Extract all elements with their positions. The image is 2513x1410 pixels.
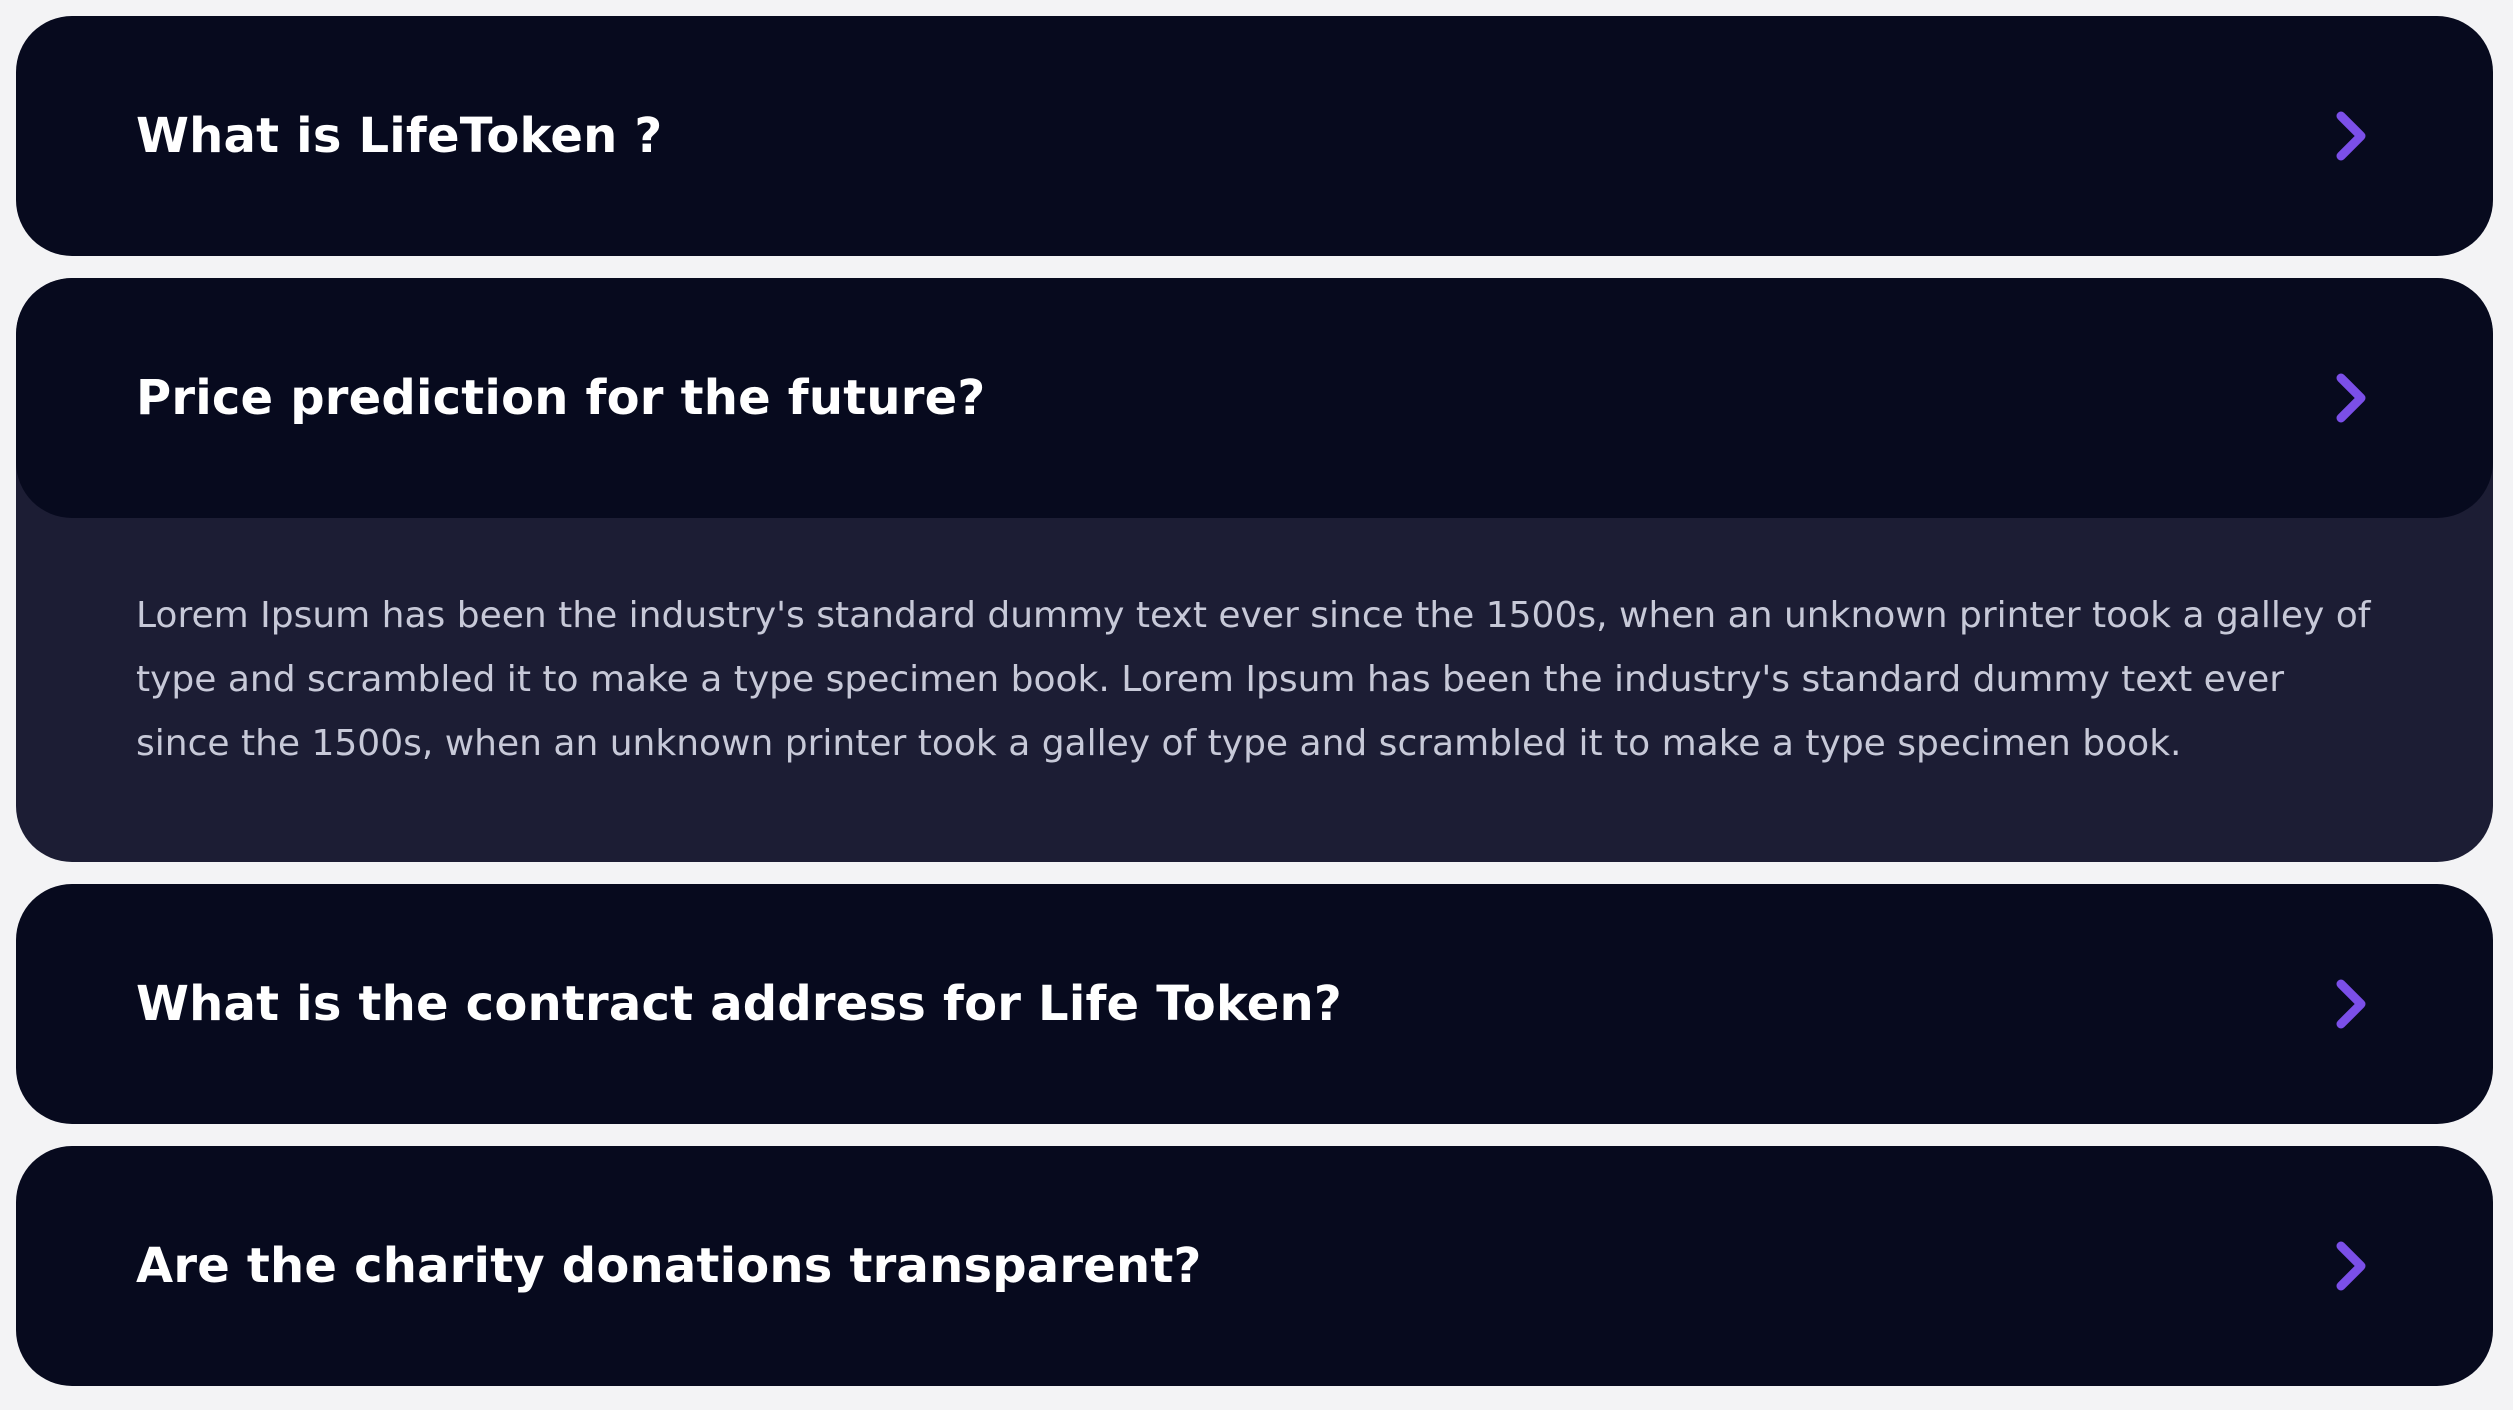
- faq-question-text: Price prediction for the future?: [136, 370, 986, 426]
- faq-answer-text: Lorem Ipsum has been the industry's stan…: [136, 595, 2371, 764]
- chevron-right-icon[interactable]: [2329, 368, 2373, 428]
- faq-item: What is the contract address for Life To…: [16, 884, 2493, 1124]
- chevron-right-icon[interactable]: [2329, 106, 2373, 166]
- faq-question-header[interactable]: Are the charity donations transparent?: [16, 1146, 2493, 1386]
- chevron-right-icon[interactable]: [2329, 1236, 2373, 1296]
- chevron-right-icon[interactable]: [2329, 974, 2373, 1034]
- faq-question-text: What is LifeToken ?: [136, 108, 663, 164]
- faq-question-header[interactable]: Price prediction for the future?: [16, 278, 2493, 518]
- faq-question-text: What is the contract address for Life To…: [136, 976, 1342, 1032]
- faq-question-text: Are the charity donations transparent?: [136, 1238, 1202, 1294]
- faq-list: What is LifeToken ? Price prediction for…: [16, 16, 2493, 1408]
- faq-answer-panel: Lorem Ipsum has been the industry's stan…: [16, 518, 2493, 862]
- faq-item: Are the charity donations transparent?: [16, 1146, 2493, 1386]
- faq-question-header[interactable]: What is the contract address for Life To…: [16, 884, 2493, 1124]
- faq-item-expanded: Price prediction for the future? Lorem I…: [16, 278, 2493, 862]
- faq-item: What is LifeToken ?: [16, 16, 2493, 256]
- faq-question-header[interactable]: What is LifeToken ?: [16, 16, 2493, 256]
